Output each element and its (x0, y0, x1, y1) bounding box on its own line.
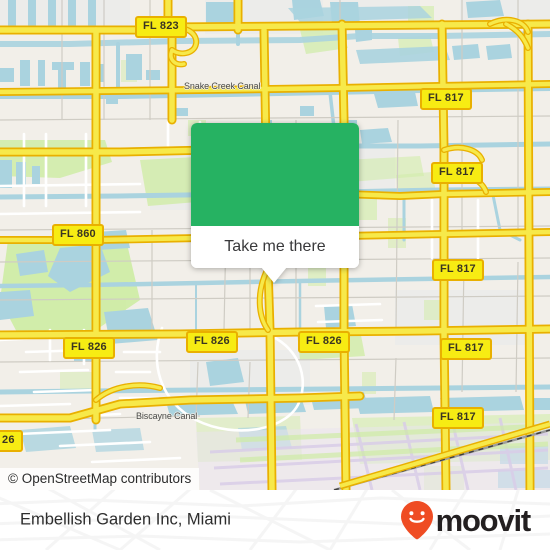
road-shield: FL 817 (432, 407, 484, 429)
road-shield: FL 826 (186, 331, 238, 353)
map-screenshot: FL 823 FL 817 FL 817 FL 860 FL 817 FL 82… (0, 0, 550, 550)
callout-body: Take me there (191, 123, 359, 268)
place-callout[interactable]: Take me there (191, 123, 359, 283)
road-shield: FL 826 (298, 331, 350, 353)
road-shield: FL 817 (420, 88, 472, 110)
moovit-brand[interactable]: moovit (400, 500, 532, 540)
road-shield: FL 817 (432, 259, 484, 281)
map-canvas[interactable]: FL 823 FL 817 FL 817 FL 860 FL 817 FL 82… (0, 0, 550, 490)
brand-wordmark: moovit (435, 502, 532, 538)
page-title: Embellish Garden Inc, Miami (20, 510, 231, 529)
water-label: Biscayne Canal (136, 411, 198, 421)
road-shield: FL 817 (440, 338, 492, 360)
water-label: Snake Creek Canal (184, 81, 261, 91)
road-shield: FL 817 (431, 162, 483, 184)
road-shield: FL 860 (52, 224, 104, 246)
road-shield: FL 823 (135, 16, 187, 38)
map-attribution[interactable]: © OpenStreetMap contributors (0, 468, 200, 490)
smiley-pin-icon (400, 501, 433, 540)
road-shield: 26 (0, 430, 23, 452)
callout-pointer (261, 267, 287, 283)
footer-bar: Embellish Garden Inc, Miami moovit (0, 490, 550, 550)
road-shield: FL 826 (63, 337, 115, 359)
callout-image (191, 123, 359, 226)
take-me-there-button[interactable]: Take me there (191, 226, 359, 268)
